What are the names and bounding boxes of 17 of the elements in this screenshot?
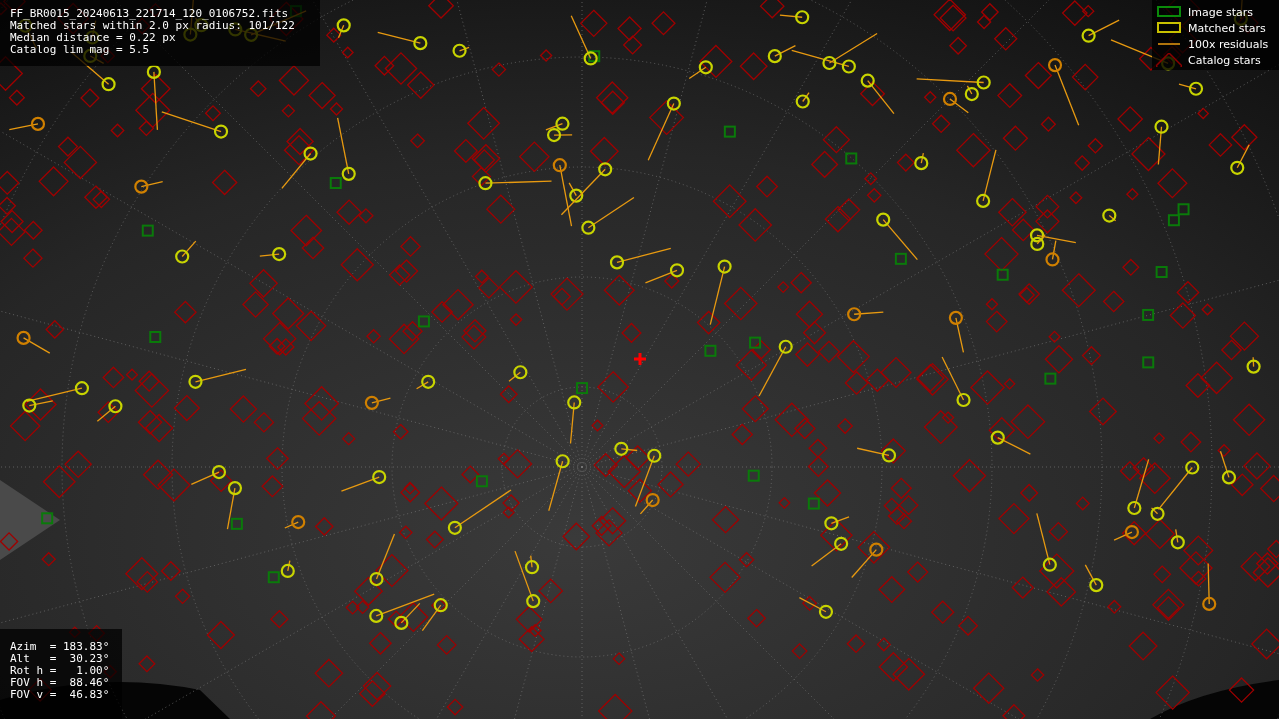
info-text: Catalog lim mag = 5.5: [10, 44, 151, 56]
info-text: FOV h = 88.46°: [10, 677, 111, 689]
legend-label: Matched stars: [1188, 21, 1266, 35]
info-text: FOV v = 46.83°: [10, 689, 111, 701]
info-text: Matched stars within 2.0 px radius: 101/122: [10, 20, 296, 32]
legend-label: Image stars: [1188, 5, 1253, 19]
legend-label: 100x residuals: [1188, 37, 1269, 51]
info-text: Alt = 30.23°: [10, 653, 111, 665]
rectangle-icon: [1157, 22, 1181, 33]
info-text: Median distance = 0.22 px: [10, 32, 177, 44]
diamond-icon: [1156, 53, 1182, 67]
info-text: Azim = 183.83°: [10, 641, 111, 653]
rectangle-icon: [1157, 6, 1181, 17]
info-text: Rot h = 1.00°: [10, 665, 111, 677]
line-icon: [1157, 43, 1181, 45]
info-text: FF_BR0015_20240613_221714_120_0106752.fits: [10, 8, 290, 20]
legend-label: Catalog stars: [1188, 53, 1261, 67]
